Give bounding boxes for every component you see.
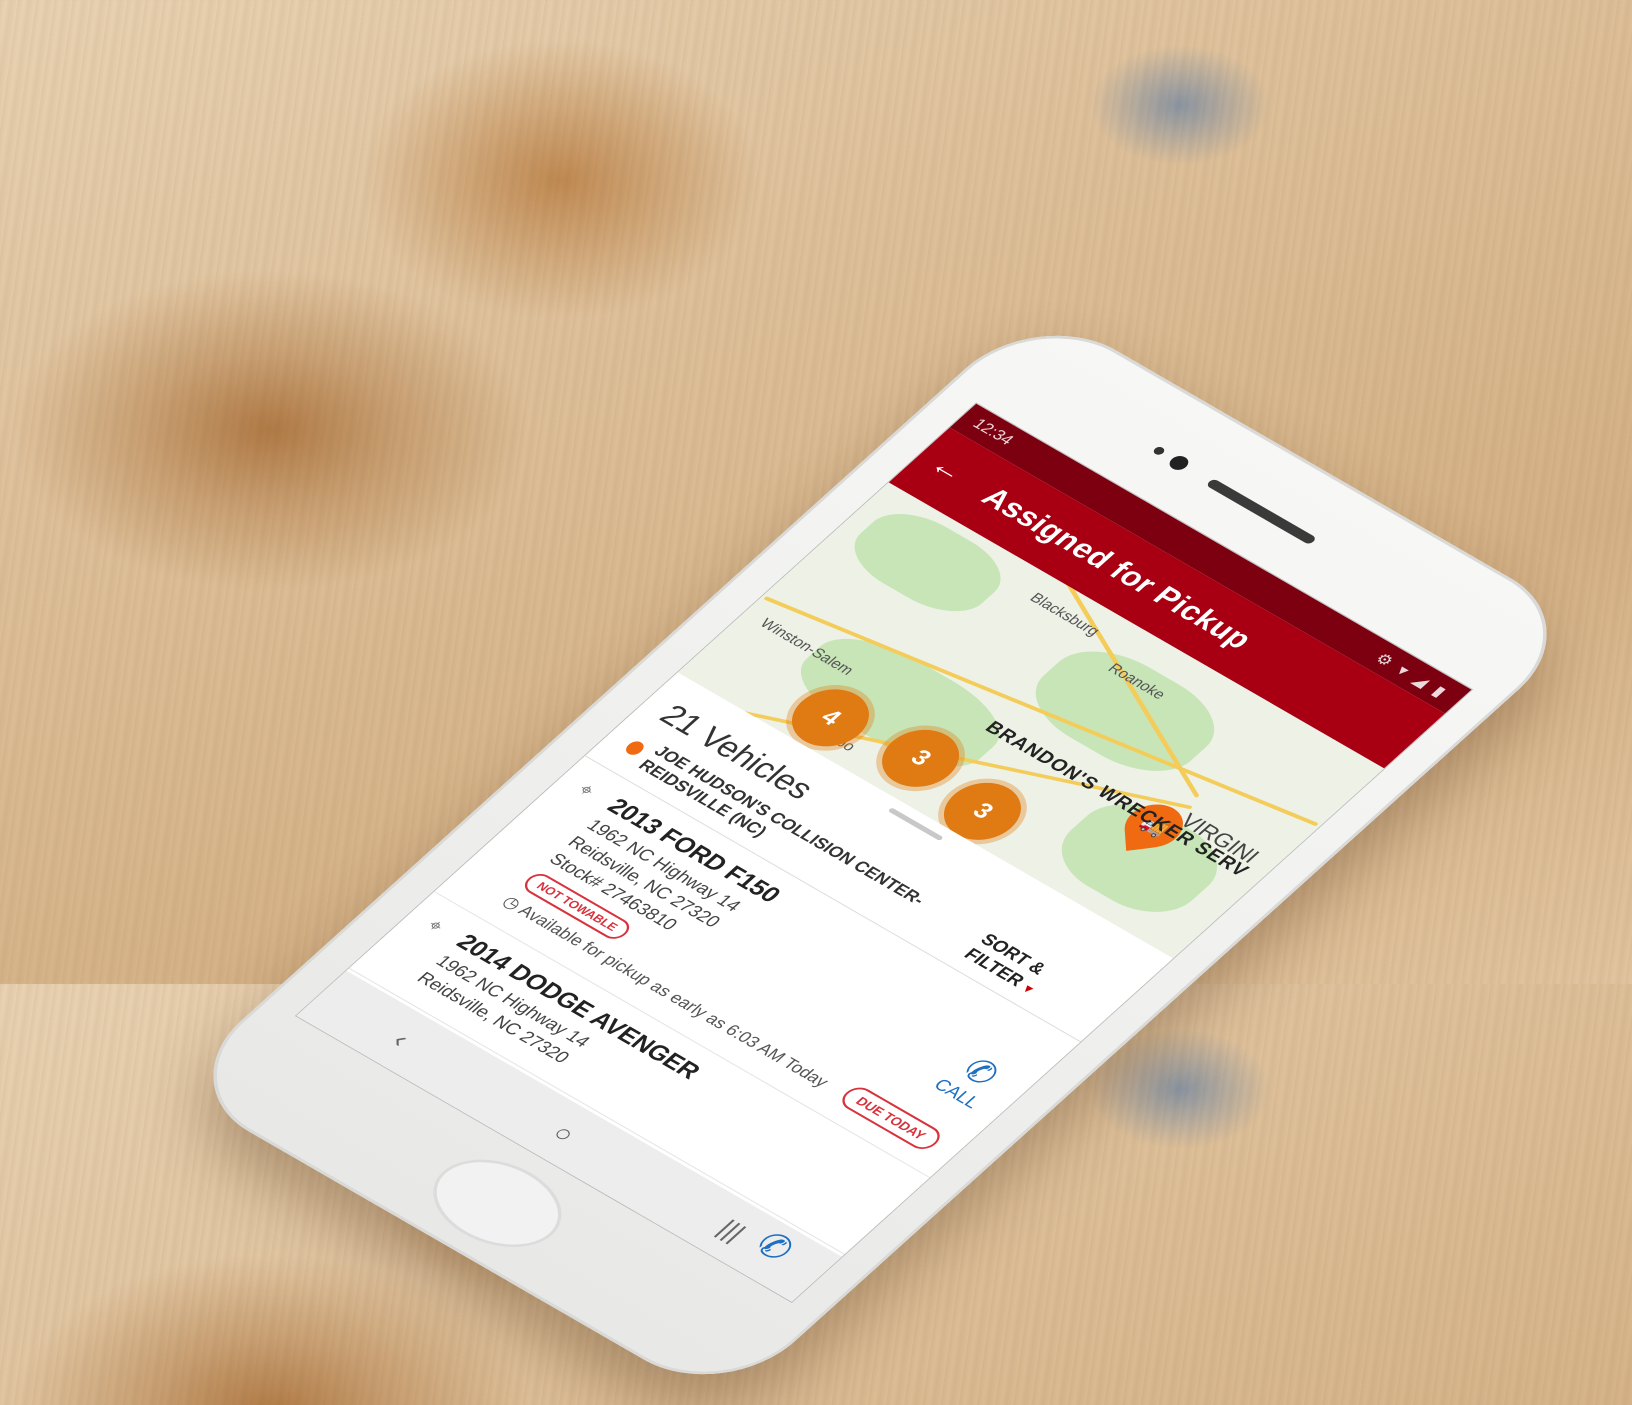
nav-back-icon[interactable]: ‹	[385, 1026, 417, 1052]
earpiece-speaker	[1205, 478, 1318, 546]
location-pin-icon: ⌖	[421, 915, 449, 937]
arrow-left-icon[interactable]: ←	[921, 450, 974, 489]
phone-device: 12:34 ⚙ ▾ ◢ ▮ ← Assigned for Pickup Blac…	[169, 304, 1591, 1405]
orange-dot-icon	[622, 738, 647, 757]
location-pin-icon: ⌖	[572, 779, 600, 801]
nav-home-icon[interactable]: ○	[545, 1118, 583, 1148]
proximity-sensor	[1151, 445, 1167, 457]
caret-down-icon: ▼	[1017, 981, 1039, 997]
nav-recents-icon[interactable]: |||	[711, 1214, 753, 1246]
front-camera	[1165, 453, 1193, 473]
